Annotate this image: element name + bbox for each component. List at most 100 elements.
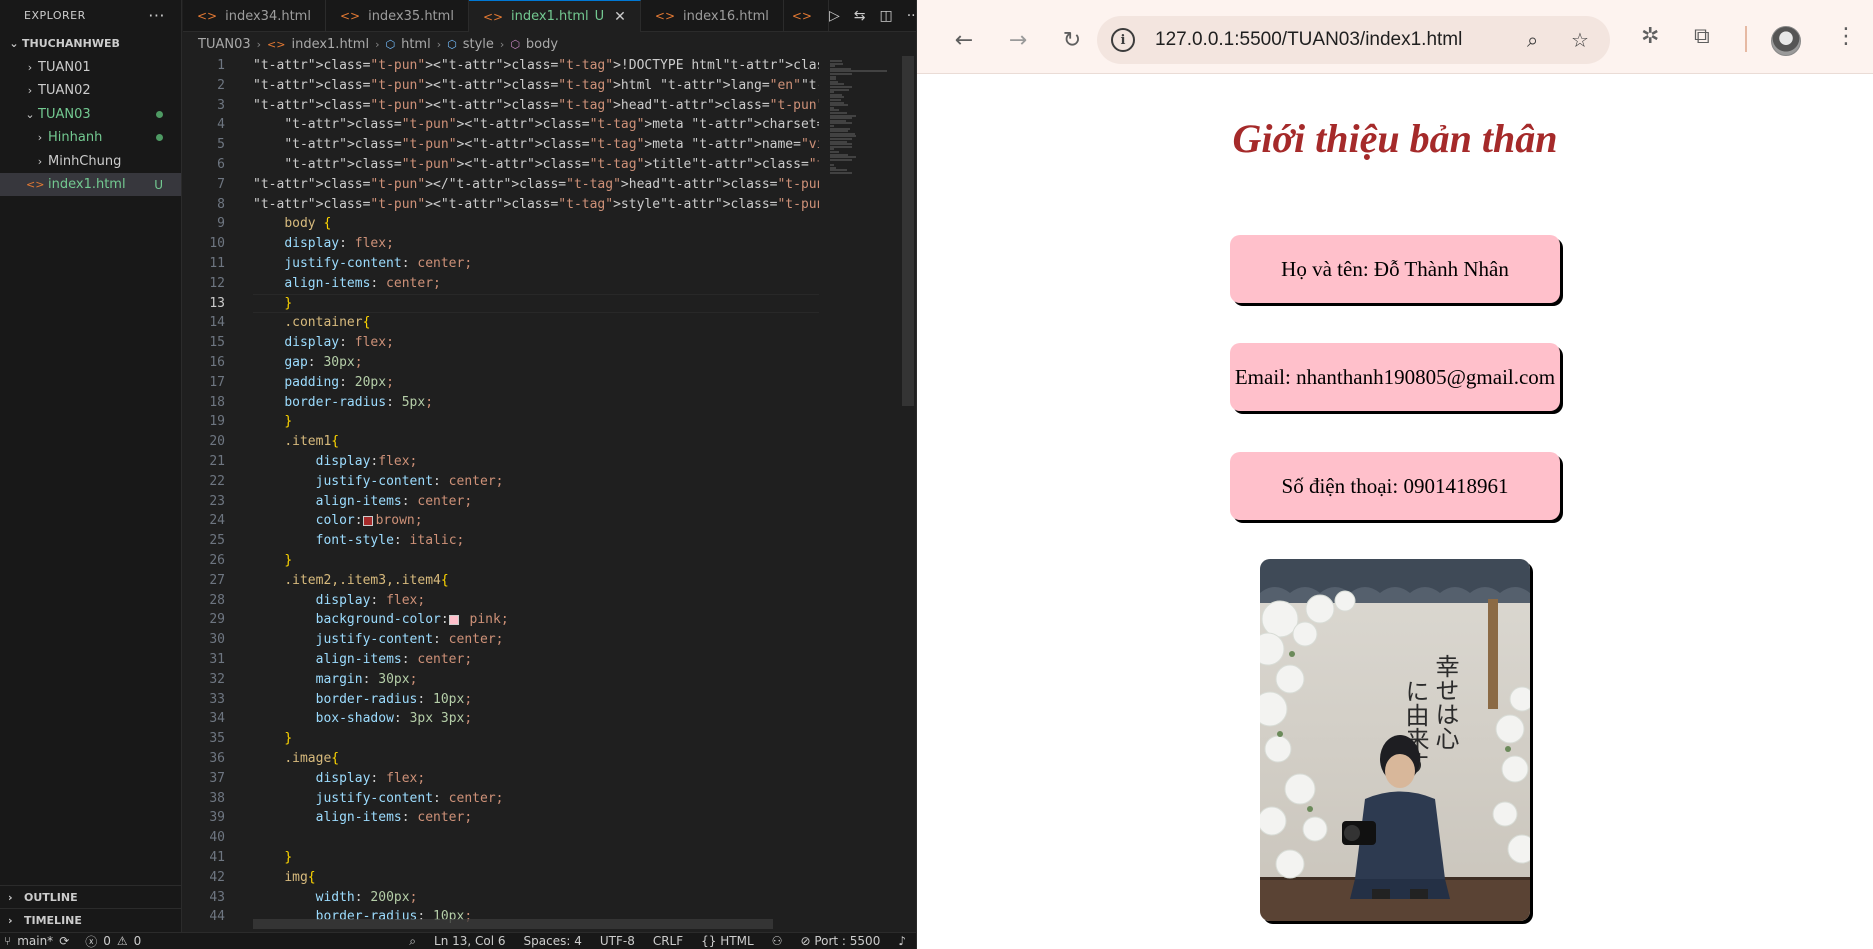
code-line[interactable]: .item1{ — [253, 432, 339, 452]
code-line[interactable]: background-color: pink; — [253, 610, 509, 630]
menu-dots-icon[interactable]: ⋮ — [1835, 24, 1857, 49]
folder-tuan01[interactable]: › TUAN01 — [0, 56, 181, 79]
code-line[interactable]: } — [253, 551, 292, 571]
code-line[interactable]: } — [253, 412, 292, 432]
code-line[interactable]: body { — [253, 214, 331, 234]
live-server-port[interactable]: ⊘ Port : 5500 — [800, 934, 880, 948]
warnings-count[interactable]: 0 — [134, 934, 142, 948]
breadcrumb-item[interactable]: body — [526, 37, 558, 52]
breadcrumb-item[interactable]: style — [463, 37, 494, 52]
code-line[interactable]: color: brown; — [253, 511, 423, 531]
tab-index34[interactable]: <> index34.html — [183, 0, 326, 32]
outline-section[interactable]: › OUTLINE — [0, 885, 182, 908]
code-line[interactable]: .image{ — [253, 749, 339, 769]
extensions-puzzle-icon[interactable]: ⧉ — [1694, 24, 1710, 49]
encoding[interactable]: UTF-8 — [600, 934, 635, 948]
line-number: 23 — [209, 493, 225, 509]
timeline-section[interactable]: › TIMELINE — [0, 908, 182, 931]
code-line[interactable]: border-radius: 10px; — [253, 690, 473, 710]
code-line[interactable]: box-shadow: 3px 3px; — [253, 709, 473, 729]
code-line[interactable]: display:flex; — [253, 452, 418, 472]
bookmark-star-icon[interactable]: ☆ — [1571, 28, 1589, 52]
cursor-position[interactable]: Ln 13, Col 6 — [434, 934, 506, 948]
tab-index16[interactable]: <> index16.html — [641, 0, 784, 32]
git-branch[interactable]: main* — [17, 934, 53, 948]
zoom-icon[interactable]: ⌕ — [409, 934, 416, 949]
code-line[interactable]: .container{ — [253, 313, 370, 333]
problems-count[interactable]: 0 — [103, 934, 111, 948]
language-mode[interactable]: {} HTML — [701, 934, 754, 948]
more-actions-icon[interactable]: ··· — [148, 6, 165, 25]
code-line[interactable]: gap: 30px; — [253, 353, 362, 373]
code-line[interactable]: "t-attr">class="t-pun"><"t-attr">class="… — [253, 115, 819, 135]
code-line[interactable]: justify-content: center; — [253, 789, 504, 809]
code-line[interactable]: "t-attr">class="t-pun"><"t-attr">class="… — [253, 195, 819, 215]
code-line[interactable]: align-items: center; — [253, 492, 473, 512]
code-line[interactable]: "t-attr">class="t-pun"><"t-attr">class="… — [253, 135, 819, 155]
code-line[interactable]: justify-content: center; — [253, 630, 504, 650]
breadcrumb-item[interactable]: TUAN03 — [198, 37, 251, 52]
line-number: 31 — [209, 652, 225, 667]
bell-icon[interactable]: ♪ — [898, 934, 906, 948]
indentation[interactable]: Spaces: 4 — [524, 934, 582, 948]
site-info-icon[interactable]: i — [1111, 28, 1135, 52]
tab-overflow[interactable]: <> — [784, 0, 829, 32]
minimap[interactable] — [820, 56, 900, 206]
folder-tuan02[interactable]: › TUAN02 — [0, 79, 181, 102]
code-editor[interactable]: 1 "t-attr">class="t-pun"><"t-attr">class=… — [183, 56, 819, 929]
code-line[interactable]: display: flex; — [253, 591, 426, 611]
folder-minhchung[interactable]: › MinhChung — [0, 150, 181, 173]
zoom-magnifier-icon[interactable]: ⌕ — [1527, 28, 1538, 52]
horizontal-scrollbar[interactable] — [253, 919, 773, 929]
code-line[interactable]: justify-content: center; — [253, 254, 472, 274]
explorer-header: EXPLORER ··· — [0, 0, 181, 30]
code-line[interactable]: align-items: center; — [253, 274, 441, 294]
vertical-scrollbar[interactable] — [902, 56, 914, 406]
line-number: 5 — [217, 137, 225, 153]
code-line[interactable]: align-items: center; — [253, 650, 473, 670]
tab-index1[interactable]: <> index1.html U ✕ — [468, 0, 641, 32]
extension-icon[interactable]: ✲ — [1641, 24, 1659, 49]
code-line[interactable]: "t-attr">class="t-pun"><"t-attr">class="… — [253, 76, 819, 96]
reload-icon[interactable]: ↻ — [1056, 24, 1088, 56]
forward-arrow-icon[interactable]: → — [1002, 24, 1034, 56]
code-line[interactable]: padding: 20px; — [253, 373, 394, 393]
profile-avatar[interactable] — [1771, 26, 1801, 56]
back-arrow-icon[interactable]: ← — [948, 24, 980, 56]
code-line[interactable]: border-radius: 5px; — [253, 393, 433, 413]
address-bar[interactable]: i 127.0.0.1:5500/TUAN03/index1.html ⌕ ☆ — [1097, 16, 1610, 64]
code-line[interactable]: } — [253, 729, 292, 749]
code-line[interactable]: "t-attr">class="t-pun"><"t-attr">class="… — [253, 56, 819, 76]
compare-icon[interactable]: ⇆ — [854, 8, 866, 24]
split-editor-icon[interactable]: ◫ — [879, 8, 892, 24]
code-line[interactable]: .item2,.item3,.item4{ — [253, 571, 448, 591]
code-line[interactable]: "t-attr">class="t-pun"><"t-attr">class="… — [253, 155, 819, 175]
run-icon[interactable]: ▷ — [829, 8, 840, 24]
close-icon[interactable]: ✕ — [614, 9, 626, 25]
url-text[interactable]: 127.0.0.1:5500/TUAN03/index1.html — [1155, 29, 1462, 51]
workspace-root[interactable]: ⌄ THUCHANHWEB — [0, 32, 181, 55]
code-line[interactable]: align-items: center; — [253, 808, 473, 828]
folder-hinhanh[interactable]: › Hinhanh — [0, 126, 181, 149]
copilot-icon[interactable]: ⚇ — [772, 934, 783, 948]
breadcrumb-item[interactable]: html — [401, 37, 431, 52]
folder-tuan03[interactable]: ⌄ TUAN03 — [0, 103, 181, 126]
code-line[interactable]: img{ — [253, 868, 315, 888]
code-line[interactable]: margin: 30px; — [253, 670, 418, 690]
tab-index35[interactable]: <> index35.html — [326, 0, 469, 32]
code-line[interactable]: "t-attr">class="t-pun"><"t-attr">class="… — [253, 96, 819, 116]
code-line[interactable]: display: flex; — [253, 333, 394, 353]
code-line[interactable]: "t-attr">class="t-pun"></"t-attr">class=… — [253, 175, 819, 195]
code-line[interactable]: display: flex; — [253, 234, 394, 254]
code-line[interactable]: } — [253, 848, 292, 868]
minimap-line — [830, 171, 853, 174]
file-index1-html[interactable]: <> index1.html U — [0, 173, 181, 196]
code-line[interactable]: justify-content: center; — [253, 472, 504, 492]
code-line[interactable]: display: flex; — [253, 769, 426, 789]
breadcrumb-item[interactable]: index1.html — [291, 37, 369, 52]
code-line[interactable]: width: 200px; — [253, 888, 418, 908]
sync-icon[interactable]: ⟳ — [59, 934, 69, 948]
code-line[interactable]: font-style: italic; — [253, 531, 465, 551]
code-line[interactable]: } — [253, 294, 292, 314]
line-ending[interactable]: CRLF — [653, 934, 683, 948]
